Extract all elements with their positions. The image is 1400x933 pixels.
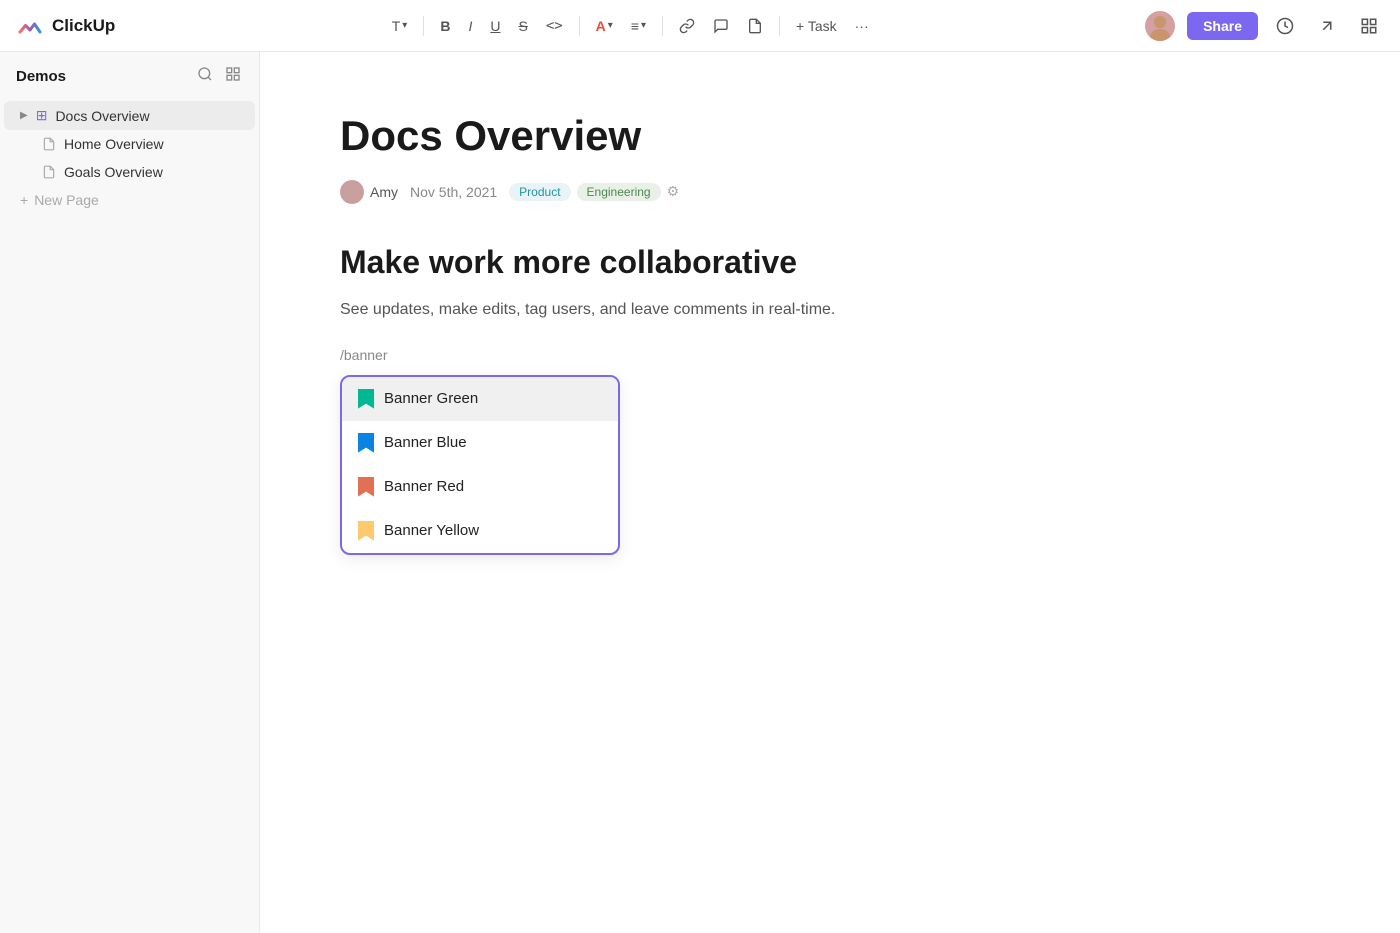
author-avatar bbox=[340, 180, 364, 204]
underline-button[interactable]: U bbox=[484, 14, 506, 38]
document-title: Docs Overview bbox=[340, 112, 1320, 160]
toolbar-right-area: Share bbox=[1145, 11, 1384, 41]
export-icon bbox=[1318, 17, 1336, 35]
history-button[interactable] bbox=[1270, 13, 1300, 39]
export-button[interactable] bbox=[1312, 13, 1342, 39]
toolbar: ClickUp T ▾ B I U S <> A ▾ ≡ ▾ bbox=[0, 0, 1400, 52]
sidebar-header: Demos bbox=[0, 64, 259, 101]
tag-product[interactable]: Product bbox=[509, 183, 570, 201]
search-icon bbox=[197, 66, 213, 82]
new-page-plus-icon: + bbox=[20, 192, 28, 208]
doc-icon-goals bbox=[42, 165, 56, 179]
toolbar-divider-3 bbox=[662, 16, 663, 36]
section-heading: Make work more collaborative bbox=[340, 244, 1320, 281]
banner-red-label: Banner Red bbox=[384, 478, 464, 495]
bookmark-blue-icon bbox=[358, 433, 374, 453]
author-name: Amy bbox=[370, 184, 398, 200]
link-icon bbox=[679, 18, 695, 34]
new-page-button[interactable]: + New Page bbox=[4, 186, 255, 214]
document-tags: Product Engineering ⚙ bbox=[509, 183, 679, 201]
docs-grid-icon: ⊞ bbox=[36, 107, 48, 124]
document-meta: Amy Nov 5th, 2021 Product Engineering ⚙ bbox=[340, 180, 1320, 204]
main-layout: Demos ▶ ⊞ Docs Overview Home Overview bbox=[0, 52, 1400, 933]
attach-icon bbox=[747, 18, 763, 34]
sidebar-layout-icon bbox=[225, 66, 241, 82]
section-text: See updates, make edits, tag users, and … bbox=[340, 297, 1320, 323]
sidebar-search-button[interactable] bbox=[195, 64, 215, 89]
comment-icon bbox=[713, 18, 729, 34]
code-button[interactable]: <> bbox=[540, 14, 569, 38]
sidebar-item-home-overview[interactable]: Home Overview bbox=[4, 130, 255, 158]
tag-engineering[interactable]: Engineering bbox=[577, 183, 661, 201]
more-options-button[interactable]: ··· bbox=[849, 14, 875, 38]
italic-button[interactable]: I bbox=[462, 14, 478, 38]
share-button[interactable]: Share bbox=[1187, 12, 1258, 40]
app-logo[interactable]: ClickUp bbox=[16, 12, 115, 40]
toolbar-divider-4 bbox=[779, 16, 780, 36]
history-icon bbox=[1276, 17, 1294, 35]
layout-toggle-button[interactable] bbox=[1354, 13, 1384, 39]
banner-dropdown: Banner Green Banner Blue Banner Red Bann… bbox=[340, 375, 620, 555]
banner-blue-label: Banner Blue bbox=[384, 434, 467, 451]
document-date: Nov 5th, 2021 bbox=[410, 184, 497, 200]
sidebar-layout-button[interactable] bbox=[223, 64, 243, 89]
menu-item-banner-blue[interactable]: Banner Blue bbox=[342, 421, 618, 465]
user-avatar[interactable] bbox=[1145, 11, 1175, 41]
align-button[interactable]: ≡ ▾ bbox=[625, 14, 652, 38]
sidebar-title: Demos bbox=[16, 68, 66, 85]
slash-command-text: /banner bbox=[340, 347, 1320, 363]
menu-item-banner-yellow[interactable]: Banner Yellow bbox=[342, 509, 618, 553]
document-content: Docs Overview Amy Nov 5th, 2021 Product … bbox=[260, 52, 1400, 933]
toolbar-formatting: T ▾ B I U S <> A ▾ ≡ ▾ + Task bbox=[386, 14, 875, 38]
new-page-label: New Page bbox=[34, 192, 99, 208]
tags-settings-icon[interactable]: ⚙ bbox=[667, 183, 680, 201]
toolbar-divider-2 bbox=[579, 16, 580, 36]
attach-button[interactable] bbox=[741, 14, 769, 38]
sidebar: Demos ▶ ⊞ Docs Overview Home Overview bbox=[0, 52, 260, 933]
comment-button[interactable] bbox=[707, 14, 735, 38]
sidebar-item-docs-overview[interactable]: ▶ ⊞ Docs Overview bbox=[4, 101, 255, 130]
align-icon: ≡ bbox=[631, 18, 639, 34]
sidebar-item-label-goals-overview: Goals Overview bbox=[64, 164, 163, 180]
text-label: T bbox=[392, 18, 401, 34]
sidebar-item-goals-overview[interactable]: Goals Overview bbox=[4, 158, 255, 186]
sidebar-item-label-home-overview: Home Overview bbox=[64, 136, 164, 152]
banner-yellow-label: Banner Yellow bbox=[384, 522, 479, 539]
add-task-label: + Task bbox=[796, 18, 837, 34]
menu-item-banner-red[interactable]: Banner Red bbox=[342, 465, 618, 509]
sidebar-header-icons bbox=[195, 64, 243, 89]
add-task-button[interactable]: + Task bbox=[790, 14, 843, 38]
menu-item-banner-green[interactable]: Banner Green bbox=[342, 377, 618, 421]
font-color-icon: A bbox=[596, 18, 606, 34]
layout-icon bbox=[1360, 17, 1378, 35]
bold-button[interactable]: B bbox=[434, 14, 456, 38]
toolbar-logo-area: ClickUp bbox=[16, 12, 115, 40]
bookmark-yellow-icon bbox=[358, 521, 374, 541]
toolbar-divider-1 bbox=[423, 16, 424, 36]
app-name: ClickUp bbox=[52, 16, 115, 36]
bookmark-green-icon bbox=[358, 389, 374, 409]
link-button[interactable] bbox=[673, 14, 701, 38]
banner-green-label: Banner Green bbox=[384, 390, 478, 407]
strikethrough-button[interactable]: S bbox=[512, 14, 533, 38]
bookmark-red-icon bbox=[358, 477, 374, 497]
font-color-button[interactable]: A ▾ bbox=[590, 14, 619, 38]
expand-arrow-icon: ▶ bbox=[20, 110, 28, 121]
align-arrow: ▾ bbox=[641, 20, 646, 31]
document-author: Amy bbox=[340, 180, 398, 204]
text-style-button[interactable]: T ▾ bbox=[386, 14, 414, 38]
text-dropdown-arrow: ▾ bbox=[402, 20, 407, 31]
doc-icon-home bbox=[42, 137, 56, 151]
more-icon: ··· bbox=[855, 18, 869, 34]
font-color-arrow: ▾ bbox=[608, 20, 613, 31]
sidebar-item-label-docs-overview: Docs Overview bbox=[55, 108, 149, 124]
